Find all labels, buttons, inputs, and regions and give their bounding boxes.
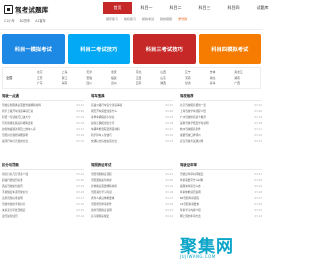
subnav-mistakes[interactable]: 我的错题	[160, 17, 172, 21]
article-item[interactable]: 实习期相关规定 03-14	[91, 214, 173, 220]
region-item[interactable]: 陕西	[160, 81, 185, 85]
article-panel: 驾驶证年审驾驶证年审时间规定 03-21 年审需要带什么材料 03-20 逾期未年审怎么…	[180, 162, 262, 220]
nav-subject-2[interactable]: 科目二	[161, 2, 190, 14]
region-item[interactable]: 浙江	[62, 76, 87, 80]
region-item[interactable]: 黑龙江	[234, 70, 259, 74]
panel-title[interactable]: 扣分与罚款	[2, 162, 84, 170]
article-panel: 驾校推荐北京驾校报名费用一览 03-21 上海驾校学车流程介绍 03-20 广州驾校排名…	[180, 93, 262, 145]
region-item[interactable]: 安徽	[86, 76, 111, 80]
article-list: 北京驾校报名费用一览 03-21 上海驾校学车流程介绍 03-20 广州驾校排名前十推荐…	[180, 103, 262, 145]
article-date: 03-15	[76, 139, 84, 143]
article-title[interactable]: 网上预约年审方法	[180, 214, 201, 220]
region-item[interactable]: 甘肃	[185, 81, 210, 85]
article-list: 高速公路行车安全注意事项 03-21 雨天开车需要注意什么 03-20 冬季车辆保养小常…	[91, 103, 173, 145]
panel-title[interactable]: 驾车宝典	[91, 93, 173, 101]
site-header: 驾考试题库 JIAKAOSHITIKU.COM C1小车 B2货车 A1客车 首…	[0, 0, 269, 30]
region-filter: 全国 北京 上海 天津 重庆 河北 山西 辽宁 吉林 黑龙江江苏 浙江 安徽 福建 江西 山东 河南 湖北 湖南…	[2, 67, 261, 89]
license-link-b2[interactable]: B2货车	[20, 18, 31, 23]
article-title[interactable]: 实习期相关规定	[91, 214, 109, 220]
article-list: 驾驶证年审时间规定 03-21 年审需要带什么材料 03-20 逾期未年审怎么办 03-1…	[180, 172, 262, 220]
article-title[interactable]: 夜间行车灯光使用方法	[2, 139, 28, 145]
article-panel: 驾照换证考试驾照到期换证流程 03-21 驾照遗失如何补办 03-20 异地换证需要哪些…	[91, 162, 173, 220]
logo-subtitle: JIAKAOSHITIKU.COM	[16, 12, 38, 15]
main-nav: 首页 科目一 科目二 科目三 科目四 试题库	[103, 2, 277, 14]
region-item[interactable]: 湖北	[210, 76, 235, 80]
nav-home[interactable]: 首页	[103, 2, 132, 14]
banner-subject-4[interactable]: 科目四模拟考试	[198, 34, 261, 64]
subnav-learning[interactable]: 学驾篇	[178, 17, 187, 21]
article-item[interactable]: 逆行如何处罚 03-14	[2, 214, 84, 220]
region-item[interactable]: 上海	[62, 70, 87, 74]
article-panel: 扣分与罚款闯红灯扣几分罚多少钱 03-21 超速行驶处罚标准 03-20 酒后驾驶如何处…	[2, 162, 84, 220]
panel-title[interactable]: 驾驶证年审	[180, 162, 262, 170]
banner-row: 科目一模拟考试 科目二考试技巧 科目三考试技巧 科目四模拟考试	[2, 34, 261, 64]
article-list: 驾驶证到期换证需要准备哪些材料 03-21 新手上路开车注意事项汇总 03-20 科目一…	[2, 103, 84, 145]
article-date: 03-14	[254, 214, 262, 218]
watermark-subtext: JUJIWANG.COM	[180, 254, 216, 259]
article-list: 驾照到期换证流程 03-21 驾照遗失如何补办 03-20 异地换证需要哪些材料 03-1…	[91, 172, 173, 220]
region-item[interactable]: 江西	[136, 76, 161, 80]
license-link-a1[interactable]: A1客车	[35, 18, 46, 23]
region-item[interactable]: 北京	[37, 70, 62, 74]
region-item[interactable]: 江苏	[37, 76, 62, 80]
license-link-c1[interactable]: C1小车	[4, 18, 15, 23]
article-panel: 驾驶一点通驾驶证到期换证需要准备哪些材料 03-21 新手上路开车注意事项汇总 03-…	[2, 93, 84, 145]
region-item[interactable]: 广西	[234, 81, 259, 85]
panel-title[interactable]: 驾驶一点通	[2, 93, 84, 101]
sub-nav: 顺序练习 随机练习 模拟考试 我的错题 学驾篇	[106, 17, 187, 21]
region-item[interactable]: 四川	[86, 81, 111, 85]
nav-subject-1[interactable]: 科目一	[132, 2, 161, 14]
region-item[interactable]: 天津	[86, 70, 111, 74]
article-list: 闯红灯扣几分罚多少钱 03-21 超速行驶处罚标准 03-20 酒后驾驶如何处罚 03-1…	[2, 172, 84, 220]
region-item[interactable]: 河南	[185, 76, 210, 80]
article-title[interactable]: 武汉驾校考试通过率	[180, 139, 203, 145]
banner-subject-1[interactable]: 科目一模拟考试	[2, 34, 65, 64]
banner-subject-3[interactable]: 科目三考试技巧	[133, 34, 196, 64]
region-item[interactable]: 山西	[160, 70, 185, 74]
region-item[interactable]: 青海	[210, 81, 235, 85]
region-item[interactable]: 重庆	[111, 70, 136, 74]
region-item[interactable]: 河北	[136, 70, 161, 74]
region-item[interactable]: 云南	[136, 81, 161, 85]
watermark: 聚集网 JUJIWANG.COM	[180, 232, 260, 262]
article-date: 03-14	[76, 214, 84, 218]
subnav-mock-exam[interactable]: 模拟考试	[142, 17, 154, 21]
article-title[interactable]: 交通标志标线识别方法	[91, 139, 117, 145]
region-item[interactable]: 贵州	[111, 81, 136, 85]
article-item[interactable]: 交通标志标线识别方法 03-15	[91, 139, 173, 145]
nav-question-bank[interactable]: 试题库	[248, 2, 277, 14]
article-date: 03-14	[165, 214, 173, 218]
region-item[interactable]: 广东	[37, 81, 62, 85]
article-date: 03-15	[254, 139, 262, 143]
banner-subject-2[interactable]: 科目二考试技巧	[67, 34, 130, 64]
region-item[interactable]: 福建	[111, 76, 136, 80]
region-item[interactable]: 辽宁	[185, 70, 210, 74]
article-item[interactable]: 武汉驾校考试通过率 03-15	[180, 139, 262, 145]
nav-subject-3[interactable]: 科目三	[190, 2, 219, 14]
article-item[interactable]: 网上预约年审方法 03-14	[180, 214, 262, 220]
license-type-links: C1小车 B2货车 A1客车	[4, 18, 46, 23]
region-grid: 北京 上海 天津 重庆 河北 山西 辽宁 吉林 黑龙江江苏 浙江 安徽 福建 江西 山东 河南 湖北 湖南广东海…	[37, 70, 259, 85]
panel-title[interactable]: 驾照换证考试	[91, 162, 173, 170]
article-date: 03-15	[165, 139, 173, 143]
nav-subject-4[interactable]: 科目四	[219, 2, 248, 14]
subnav-random[interactable]: 随机练习	[124, 17, 136, 21]
article-item[interactable]: 夜间行车灯光使用方法 03-15	[2, 139, 84, 145]
article-panel: 驾车宝典高速公路行车安全注意事项 03-21 雨天开车需要注意什么 03-20 冬季车辆…	[91, 93, 173, 145]
region-item[interactable]: 湖南	[234, 76, 259, 80]
logo-icon	[4, 4, 13, 14]
subnav-sequential[interactable]: 顺序练习	[106, 17, 118, 21]
article-title[interactable]: 逆行如何处罚	[2, 214, 18, 220]
region-item[interactable]: 吉林	[210, 70, 235, 74]
region-label-all[interactable]: 全国	[6, 75, 12, 80]
region-item[interactable]: 山东	[160, 76, 185, 80]
panel-title[interactable]: 驾校推荐	[180, 93, 262, 101]
region-item[interactable]: 海南	[62, 81, 87, 85]
